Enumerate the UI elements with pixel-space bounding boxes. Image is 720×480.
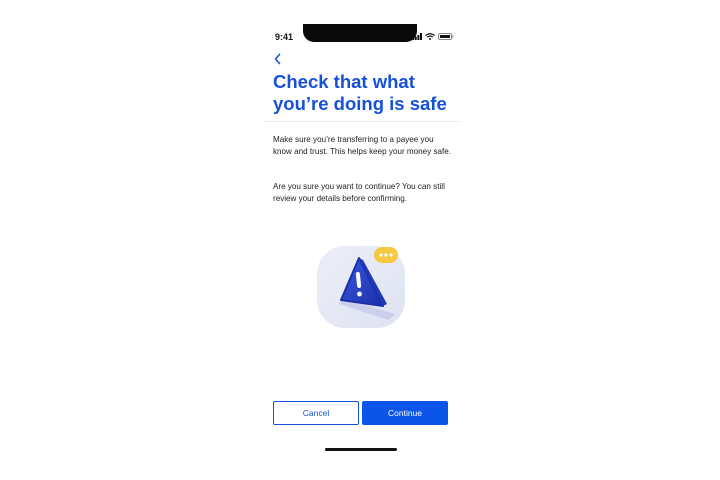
- notch: [303, 24, 417, 42]
- warning-illustration: [313, 242, 409, 332]
- phone-screen: 9:41 Check that what you’re doing is saf…: [263, 24, 460, 460]
- status-bar: 9:41: [263, 24, 460, 44]
- signal-icon: [412, 33, 422, 40]
- wifi-icon: [425, 33, 435, 40]
- status-time: 9:41: [275, 32, 294, 42]
- warning-paragraph-2: Are you sure you want to continue? You c…: [273, 182, 445, 203]
- home-indicator[interactable]: [325, 448, 397, 451]
- status-icons: [412, 33, 454, 40]
- chevron-left-icon: [274, 53, 281, 65]
- warning-paragraph-1: Make sure you’re transferring to a payee…: [273, 135, 452, 156]
- cancel-button[interactable]: Cancel: [273, 401, 359, 425]
- page-title: Check that what you’re doing is safe: [273, 71, 447, 114]
- ellipsis-bubble-icon: [374, 247, 398, 263]
- divider: [263, 121, 460, 122]
- continue-button[interactable]: Continue: [362, 401, 448, 425]
- back-button[interactable]: [271, 52, 285, 66]
- battery-icon: [438, 33, 454, 40]
